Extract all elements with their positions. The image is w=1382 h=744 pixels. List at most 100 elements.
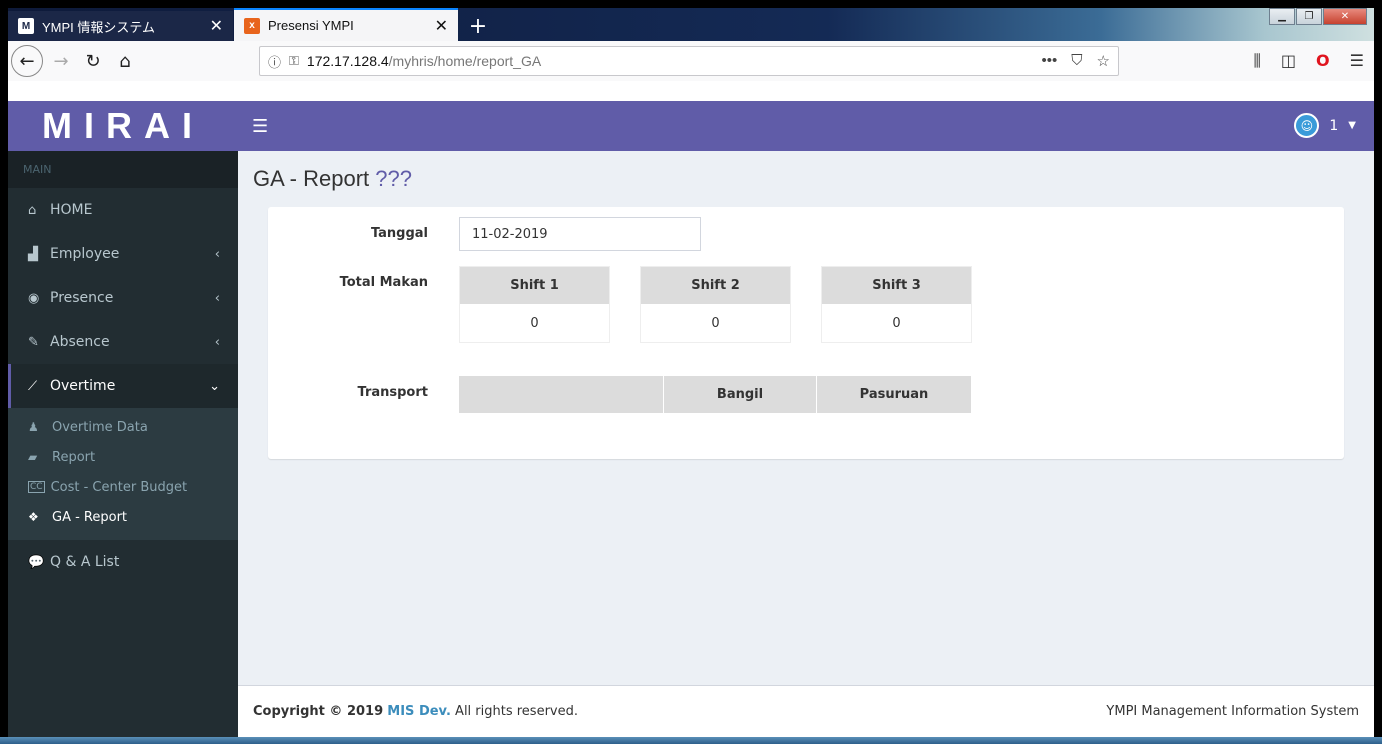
- home-icon: ⌂: [28, 202, 37, 218]
- sidebar-toggle-icon[interactable]: ◫: [1281, 51, 1296, 71]
- ympi-favicon-icon: M: [18, 18, 34, 34]
- footer-rights: All rights reserved.: [455, 704, 578, 719]
- footer-company-link[interactable]: MIS Dev.: [387, 704, 451, 719]
- chevron-left-icon: ‹: [214, 246, 220, 262]
- cc-icon: CC: [28, 481, 45, 493]
- brand-logo[interactable]: MIRAI: [8, 101, 238, 151]
- report-box: Tanggal Total Makan Shift 1 0 Shift 2 0 …: [268, 207, 1344, 459]
- transport-header-bangil: Bangil: [664, 376, 817, 413]
- sidebar-header: MAIN: [8, 151, 238, 188]
- sidebar-item-label: Absence: [50, 334, 110, 350]
- submenu-item-overtime-data[interactable]: ♟ Overtime Data: [8, 412, 238, 442]
- sidebar-item-label: HOME: [50, 202, 93, 218]
- shift-value: 0: [530, 315, 539, 331]
- transport-header-blank: [459, 376, 664, 413]
- menu-icon[interactable]: ☰: [1350, 51, 1364, 71]
- url-bar[interactable]: ⓘ ⚿ 172.17.128.4/myhris/home/report_GA •…: [259, 46, 1119, 76]
- sidebar-item-home[interactable]: ⌂ HOME: [8, 188, 238, 232]
- page-subtitle: ???: [375, 166, 412, 191]
- chevron-left-icon: ‹: [214, 290, 220, 306]
- transport-label: Transport: [357, 385, 428, 400]
- shift-1-card: Shift 1 0: [459, 266, 610, 343]
- footer-system-name: YMPI Management Information System: [1106, 704, 1359, 719]
- book-icon: ▰: [28, 450, 38, 464]
- submenu-item-ga-report[interactable]: ❖ GA - Report: [8, 502, 238, 532]
- close-icon[interactable]: ✕: [435, 16, 448, 36]
- forward-button[interactable]: →: [46, 46, 76, 76]
- tab-label: Presensi YMPI: [268, 18, 354, 33]
- reload-button[interactable]: ↻: [78, 46, 108, 76]
- footer: Copyright © 2019 MIS Dev. All rights res…: [238, 685, 1374, 737]
- window-close-button[interactable]: ✕: [1323, 8, 1367, 25]
- user-label: 1: [1329, 117, 1339, 134]
- sidebar: MAIN ⌂ HOME ▟ Employee ‹ ◉ Presence ‹ ✎ …: [8, 151, 238, 737]
- app: MIRAI ☰ ☺ 1 ▼ MAIN ⌂ HOME ▟ Employee ‹ ◉…: [8, 101, 1374, 737]
- page-title: GA - Report ???: [253, 166, 412, 192]
- sidebar-item-qa[interactable]: 💬 Q & A List: [8, 540, 238, 584]
- sidebar-item-presence[interactable]: ◉ Presence ‹: [8, 276, 238, 320]
- caret-down-icon: ▼: [1348, 120, 1356, 131]
- submenu-label: Report: [52, 449, 96, 465]
- comments-icon: 💬: [28, 554, 45, 570]
- browser-tab-ympi[interactable]: M YMPI 情報システム ✕: [8, 11, 233, 41]
- submenu-label: GA - Report: [52, 509, 128, 525]
- person-icon: ♟: [28, 420, 39, 434]
- shift-3-card: Shift 3 0: [821, 266, 972, 343]
- footer-copyright: Copyright © 2019: [253, 704, 384, 719]
- shift-value: 0: [711, 315, 720, 331]
- shift-header: Shift 2: [641, 267, 790, 304]
- sidebar-toggle-icon[interactable]: ☰: [252, 116, 268, 137]
- info-icon[interactable]: ⓘ: [268, 52, 281, 71]
- url-path: /myhris/home/report_GA: [388, 53, 542, 69]
- line-chart-icon: ⟋: [28, 378, 38, 394]
- new-tab-button[interactable]: +: [463, 11, 493, 41]
- shift-value: 0: [892, 315, 901, 331]
- user-menu[interactable]: ☺ 1 ▼: [1294, 113, 1356, 138]
- more-icon[interactable]: •••: [1042, 52, 1058, 70]
- sidebar-item-label: Q & A List: [50, 554, 120, 570]
- bookmark-star-icon[interactable]: ☆: [1097, 52, 1110, 70]
- submenu-label: Overtime Data: [52, 419, 148, 435]
- sidebar-item-absence[interactable]: ✎ Absence ‹: [8, 320, 238, 364]
- submenu-label: Cost - Center Budget: [50, 479, 188, 495]
- restore-button[interactable]: ❐: [1296, 8, 1322, 25]
- avatar: ☺: [1294, 113, 1320, 138]
- edit-icon: ✎: [28, 334, 39, 350]
- eye-icon: ◉: [28, 290, 40, 306]
- chevron-left-icon: ‹: [214, 334, 220, 350]
- home-button[interactable]: ⌂: [110, 46, 140, 76]
- window-controls: ▁ ❐ ✕: [1268, 8, 1367, 26]
- submenu-item-cost-center[interactable]: CC Cost - Center Budget: [8, 472, 238, 502]
- transport-table-header: Bangil Pasuruan: [459, 376, 971, 413]
- sidebar-item-label: Overtime: [50, 378, 116, 394]
- sidebar-item-employee[interactable]: ▟ Employee ‹: [8, 232, 238, 276]
- opera-icon[interactable]: O: [1316, 51, 1330, 71]
- sidebar-item-overtime[interactable]: ⟋ Overtime ⌄: [8, 364, 238, 408]
- tab-label: YMPI 情報システム: [42, 19, 156, 35]
- shift-2-card: Shift 2 0: [640, 266, 791, 343]
- cubes-icon: ❖: [28, 510, 39, 524]
- close-icon[interactable]: ✕: [210, 16, 223, 36]
- sidebar-item-label: Presence: [50, 290, 114, 306]
- shift-header: Shift 3: [822, 267, 971, 304]
- chevron-down-icon: ⌄: [209, 378, 220, 394]
- tanggal-label: Tanggal: [370, 226, 428, 241]
- browser-tab-presensi[interactable]: x Presensi YMPI ✕: [234, 8, 458, 41]
- back-button[interactable]: ←: [11, 45, 43, 77]
- xampp-favicon-icon: x: [244, 17, 260, 34]
- pocket-icon[interactable]: ⛉: [1071, 52, 1082, 70]
- sidebar-item-label: Employee: [50, 246, 120, 262]
- industry-icon: ▟: [28, 246, 38, 262]
- windows-taskbar: [0, 737, 1382, 744]
- minimize-button[interactable]: ▁: [1269, 8, 1295, 25]
- main-content: GA - Report ??? Tanggal Total Makan Shif…: [238, 151, 1374, 685]
- library-icon[interactable]: ⫼: [1254, 51, 1261, 71]
- shift-header: Shift 1: [460, 267, 609, 304]
- tanggal-date-input[interactable]: [459, 217, 701, 251]
- top-navbar: ☰ ☺ 1 ▼: [238, 101, 1374, 151]
- url-host: 172.17.128.4: [306, 53, 389, 69]
- submenu-item-report[interactable]: ▰ Report: [8, 442, 238, 472]
- transport-header-pasuruan: Pasuruan: [859, 387, 929, 402]
- browser-nav-bar: ← → ↻ ⌂ ⓘ ⚿ 172.17.128.4/myhris/home/rep…: [8, 41, 1374, 81]
- overtime-submenu: ♟ Overtime Data ▰ Report CC Cost - Cente…: [8, 408, 238, 540]
